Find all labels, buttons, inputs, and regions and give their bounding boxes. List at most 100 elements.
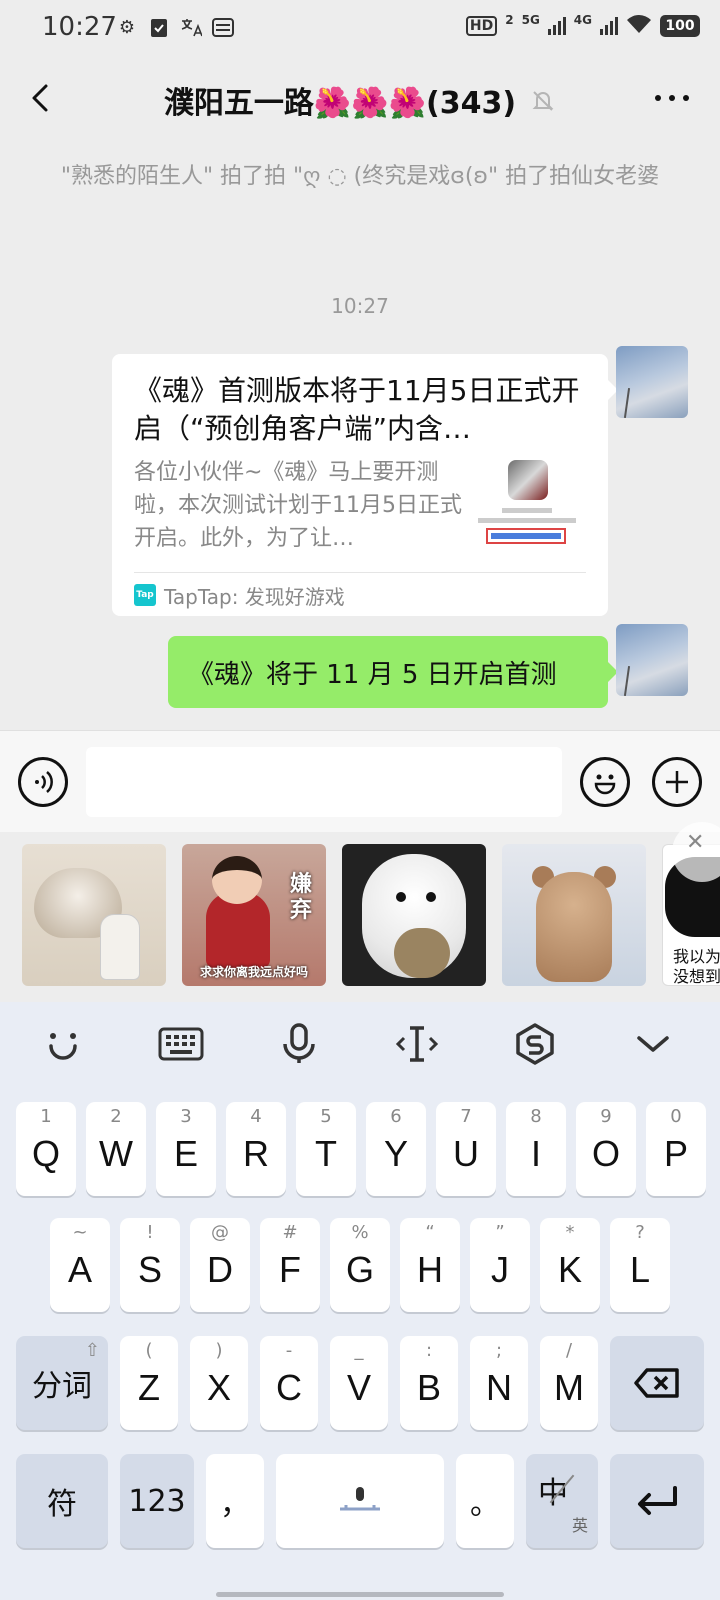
symbols-label: 符 <box>47 1487 77 1522</box>
key-r-label: R <box>243 1133 269 1174</box>
sticker-dog[interactable] <box>342 844 486 986</box>
key-u[interactable]: 7U <box>436 1102 496 1196</box>
smile-icon[interactable] <box>38 1022 88 1066</box>
key-j[interactable]: ” J <box>470 1218 530 1312</box>
key-e-label: E <box>173 1133 198 1174</box>
key-x[interactable]: ) X <box>190 1336 248 1430</box>
battery-icon: 100 <box>660 15 700 37</box>
key-l[interactable]: ? L <box>610 1218 670 1312</box>
emoji-icon[interactable] <box>580 757 630 807</box>
key-o[interactable]: 9O <box>576 1102 636 1196</box>
sticker-girl-caption: 求求你离我远点好吗 <box>199 965 308 979</box>
key-p[interactable]: 0P <box>646 1102 706 1196</box>
key-a-label: A <box>67 1249 92 1290</box>
symbols-key[interactable]: 符 <box>16 1454 108 1548</box>
sticker-suggestions: 嫌弃 求求你离我远点好吗 我以为 没想到 <box>0 832 720 1002</box>
more-icon[interactable] <box>652 86 692 110</box>
key-t[interactable]: 5T <box>296 1102 356 1196</box>
thumbnail-download-button-image <box>486 528 566 544</box>
comma-key[interactable]: ， <box>206 1454 264 1548</box>
numbers-key[interactable]: 123 <box>120 1454 194 1548</box>
key-w[interactable]: 2W <box>86 1102 146 1196</box>
key-h[interactable]: “H <box>400 1218 460 1312</box>
cursor-icon[interactable] <box>392 1022 442 1066</box>
key-y-label: Y <box>383 1133 408 1174</box>
key-n[interactable]: ; N <box>470 1336 528 1430</box>
key-s[interactable]: ! S <box>120 1218 180 1312</box>
sticker-bear[interactable] <box>502 844 646 986</box>
status-time: 10:27 <box>42 12 117 42</box>
key-a-alt: ~ <box>72 1222 88 1243</box>
key-r-alt: 4 <box>250 1106 262 1127</box>
language-switch-key[interactable]: 中 英 <box>526 1454 598 1548</box>
key-r[interactable]: 4R <box>226 1102 286 1196</box>
hd-sub-label: 2 <box>505 13 514 27</box>
key-d[interactable]: @ D <box>190 1218 250 1312</box>
period-key[interactable]: 。 <box>456 1454 514 1548</box>
key-c[interactable]: -C <box>260 1336 318 1430</box>
key-i[interactable]: 8I <box>506 1102 566 1196</box>
key-y-alt: 6 <box>390 1106 402 1127</box>
key-q-label: Q <box>31 1133 60 1174</box>
keyboard-toolbar <box>0 1002 720 1088</box>
sticker-girl[interactable]: 嫌弃 求求你离我远点好吗 <box>182 844 326 986</box>
sticker-cat[interactable] <box>22 844 166 986</box>
key-b-label: B <box>416 1367 441 1408</box>
key-k[interactable]: * K <box>540 1218 600 1312</box>
space-key[interactable] <box>276 1454 444 1548</box>
key-g-label: G <box>345 1249 374 1290</box>
key-o-alt: 9 <box>600 1106 612 1127</box>
link-card-description: 各位小伙伴~《魂》马上要开测啦，本次测试计划于11月5日正式开启。此外，为了让… <box>134 460 462 551</box>
key-q-alt: 1 <box>40 1106 52 1127</box>
key-c-alt: - <box>285 1340 293 1361</box>
key-j-alt: ” <box>495 1222 505 1243</box>
key-x-alt: ) <box>215 1340 223 1361</box>
text-message-bubble[interactable]: 《魂》将于 11 月 5 日开启首测 <box>168 636 618 708</box>
keyboard-icon[interactable] <box>156 1022 206 1066</box>
message-input[interactable] <box>86 747 562 817</box>
collapse-icon[interactable] <box>628 1022 678 1066</box>
key-z-alt: ( <box>145 1340 153 1361</box>
key-w-label: W <box>99 1133 133 1174</box>
key-q[interactable]: 1Q <box>16 1102 76 1196</box>
key-m[interactable]: / M <box>540 1336 598 1430</box>
space-mic-icon <box>340 1487 380 1511</box>
key-g[interactable]: % G <box>330 1218 390 1312</box>
key-n-alt: ; <box>495 1340 503 1361</box>
chat-title[interactable]: 濮阳五一路🌺🌺🌺(343) <box>164 78 516 122</box>
mic-icon[interactable] <box>274 1022 324 1066</box>
home-indicator[interactable] <box>216 1592 504 1597</box>
shift-icon: ⇧ <box>84 1340 100 1361</box>
backspace-key[interactable] <box>610 1336 704 1430</box>
key-y[interactable]: 6Y <box>366 1102 426 1196</box>
key-m-label: M <box>554 1367 584 1408</box>
key-v[interactable]: _ V <box>330 1336 388 1430</box>
key-i-label: I <box>530 1133 541 1174</box>
plus-icon[interactable] <box>652 757 702 807</box>
key-u-alt: 7 <box>460 1106 472 1127</box>
clipboard-check-icon <box>148 16 170 38</box>
gear-icon: ⚙ <box>118 16 136 38</box>
enter-key[interactable] <box>610 1454 704 1548</box>
avatar[interactable] <box>616 624 688 696</box>
avatar[interactable] <box>616 346 688 418</box>
numbers-label: 123 <box>128 1483 186 1519</box>
key-b-alt: : <box>425 1340 433 1361</box>
voice-icon[interactable] <box>18 757 68 807</box>
chat-title-area: 濮阳五一路🌺🌺🌺(343) <box>0 78 720 122</box>
key-f[interactable]: # F <box>260 1218 320 1312</box>
key-z[interactable]: (Z <box>120 1336 178 1430</box>
key-e[interactable]: 3E <box>156 1102 216 1196</box>
key-k-label: K <box>557 1249 582 1290</box>
chat-area[interactable]: "熟悉的陌生人" 拍了拍 "ღ ◌ (终究是戏ɞ(ʚ" 拍了拍仙女老婆 10:2… <box>0 142 720 730</box>
key-s-alt: ! <box>146 1222 154 1243</box>
comma-label: ， <box>220 1487 250 1522</box>
key-a[interactable]: ~ A <box>50 1218 110 1312</box>
split-word-key[interactable]: ⇧ 分词 <box>16 1336 108 1430</box>
game-logo-image <box>508 460 548 500</box>
sogou-icon[interactable] <box>510 1022 560 1066</box>
key-g-alt: % <box>351 1222 369 1243</box>
key-z-label: Z <box>138 1367 160 1408</box>
key-b[interactable]: :B <box>400 1336 458 1430</box>
link-card-message[interactable]: 《魂》首测版本将于11月5日正式开启（“预创角客户端”内含… 各位小伙伴~《魂》… <box>112 354 618 616</box>
